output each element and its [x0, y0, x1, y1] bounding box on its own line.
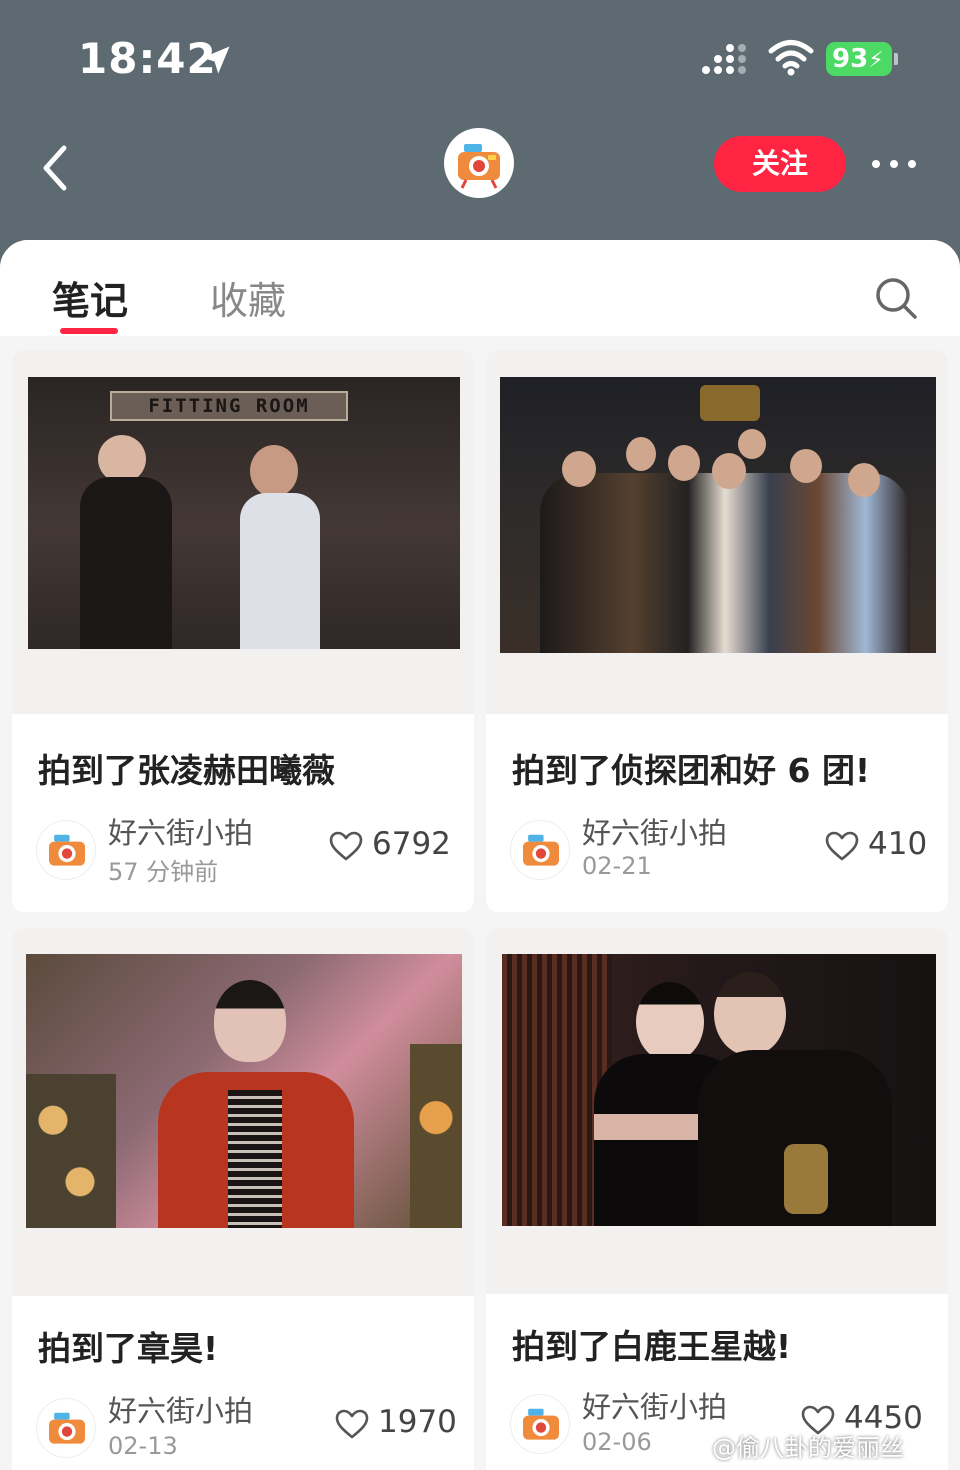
author-name[interactable]: 好六街小拍 — [108, 810, 253, 852]
note-photo — [26, 954, 462, 1228]
note-title: 拍到了张凌赫田曦薇 — [38, 751, 335, 790]
camera-mascot-icon — [523, 834, 559, 866]
author-name[interactable]: 好六街小拍 — [582, 1384, 727, 1426]
status-bar: 18:42 93⚡ — [0, 0, 960, 120]
photo-figure — [738, 429, 766, 459]
note-cover — [12, 928, 474, 1296]
photo-figure — [714, 972, 786, 1056]
camera-mascot-icon — [49, 1412, 85, 1444]
post-date: 02-06 — [582, 1428, 652, 1456]
active-tab-indicator — [60, 328, 118, 334]
camera-mascot-icon — [49, 834, 85, 866]
tab-collections[interactable]: 收藏 — [210, 270, 286, 325]
more-options-icon[interactable] — [870, 150, 918, 178]
note-title: 拍到了侦探团和好 6 团! — [512, 751, 870, 790]
note-card[interactable]: FITTING ROOM 拍到了张凌赫田曦薇 好六街小拍 57 分钟前 6792 — [12, 350, 474, 912]
weibo-watermark: @偷八卦的爱丽丝 — [712, 1434, 904, 1462]
note-cover: FITTING ROOM — [12, 350, 474, 714]
profile-avatar[interactable] — [444, 128, 514, 198]
note-card[interactable]: 拍到了白鹿王星越! 好六街小拍 02-06 4450 — [486, 928, 948, 1470]
author-avatar[interactable] — [510, 1394, 570, 1454]
author-avatar[interactable] — [36, 1398, 96, 1458]
note-photo — [500, 377, 936, 653]
location-arrow-icon — [202, 46, 230, 74]
like-count: 6792 — [372, 826, 451, 862]
photo-figure — [712, 453, 746, 489]
like-count: 410 — [868, 826, 928, 862]
note-card[interactable]: 拍到了侦探团和好 6 团! 好六街小拍 02-21 410 — [486, 350, 948, 912]
post-date: 57 分钟前 — [108, 858, 219, 886]
photo-figure — [214, 980, 286, 1062]
profile-content-sheet: 笔记 收藏 FITTING ROOM 拍到了张凌赫田曦薇 好六街小拍 57 分钟… — [0, 240, 960, 1470]
status-time: 18:42 — [78, 34, 217, 83]
note-title: 拍到了白鹿王星越! — [512, 1327, 792, 1366]
photo-figure — [98, 435, 146, 483]
cellular-signal-icon — [702, 44, 746, 74]
photo-figure — [250, 445, 298, 497]
photo-figure — [562, 451, 596, 487]
note-card[interactable]: 拍到了章昊! 好六街小拍 02-13 1970 — [12, 928, 474, 1470]
author-name[interactable]: 好六街小拍 — [582, 810, 727, 852]
wifi-icon — [768, 40, 814, 76]
author-avatar[interactable] — [510, 820, 570, 880]
post-date: 02-21 — [582, 852, 652, 880]
battery-level: 93 — [832, 44, 869, 74]
photo-figure — [784, 1144, 828, 1214]
photo-flowers — [410, 1044, 462, 1228]
heart-icon[interactable] — [334, 1408, 370, 1440]
photo-sign: FITTING ROOM — [110, 391, 348, 421]
note-cover — [486, 350, 948, 714]
photo-figure — [240, 493, 320, 649]
post-date: 02-13 — [108, 1432, 178, 1460]
photo-figure — [848, 463, 880, 497]
tab-bar: 笔记 收藏 — [0, 240, 960, 336]
note-title: 拍到了章昊! — [38, 1329, 219, 1368]
note-photo — [502, 954, 936, 1226]
like-count: 1970 — [378, 1404, 457, 1440]
search-icon[interactable] — [874, 276, 918, 320]
camera-mascot-icon — [458, 144, 500, 189]
photo-figure — [626, 437, 656, 471]
photo-figure — [80, 477, 172, 649]
photo-figure — [790, 449, 822, 483]
note-cover — [486, 928, 948, 1294]
author-avatar[interactable] — [36, 820, 96, 880]
camera-mascot-icon — [523, 1408, 559, 1440]
heart-icon[interactable] — [824, 830, 860, 862]
author-name[interactable]: 好六街小拍 — [108, 1388, 253, 1430]
charging-bolt-icon: ⚡ — [868, 48, 884, 73]
photo-flowers — [26, 1074, 116, 1228]
tab-notes[interactable]: 笔记 — [52, 270, 128, 325]
photo-figure — [700, 385, 760, 421]
follow-button[interactable]: 关注 — [714, 136, 846, 192]
photo-group — [540, 473, 910, 653]
note-photo: FITTING ROOM — [28, 377, 460, 649]
back-chevron-icon[interactable] — [38, 140, 74, 196]
photo-figure — [228, 1090, 282, 1228]
battery-indicator: 93⚡ — [826, 42, 898, 76]
photo-figure — [668, 445, 700, 481]
heart-icon[interactable] — [328, 830, 364, 862]
photo-figure — [636, 982, 704, 1062]
